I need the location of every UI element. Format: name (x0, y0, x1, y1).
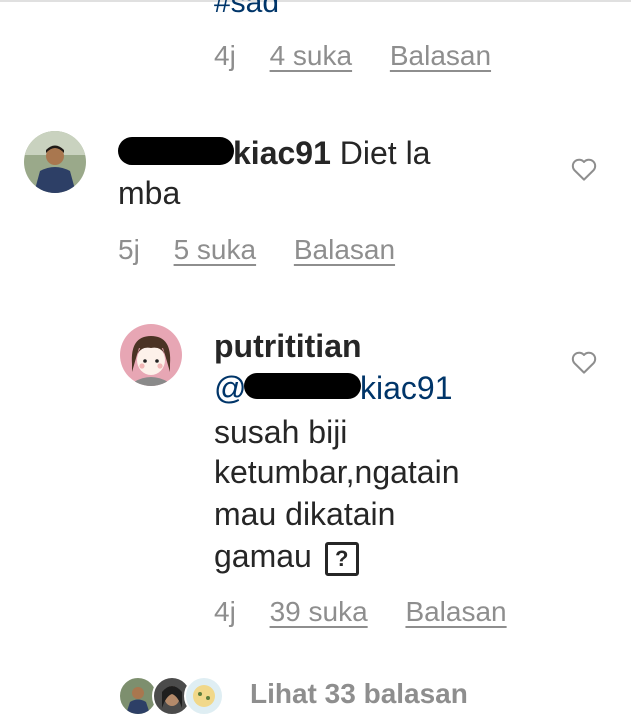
likes-count-link[interactable]: 4 suka (270, 40, 353, 71)
comment-username[interactable]: kiac91 (233, 135, 331, 171)
likes-count-link[interactable]: 39 suka (270, 596, 368, 627)
avatar[interactable] (24, 131, 86, 193)
view-replies-link[interactable]: Lihat 33 balasan (250, 678, 468, 710)
comment-time: 5j (118, 234, 140, 265)
avatar[interactable] (120, 324, 182, 386)
reply-username-link[interactable]: putrititian (214, 328, 362, 364)
avatar (184, 676, 224, 716)
reply-body-last-line: gamau ? (214, 536, 359, 576)
reply-button[interactable]: Balasan (405, 596, 506, 627)
reply-username: putrititian (214, 326, 362, 366)
reply-body-line: gamau (214, 538, 312, 574)
comment-time: 4j (214, 596, 236, 627)
comment-time: 4j (214, 40, 236, 71)
like-heart-icon[interactable] (569, 347, 599, 377)
reply-button[interactable]: Balasan (294, 234, 395, 265)
likes-count-link[interactable]: 5 suka (174, 234, 257, 265)
redacted-scribble (118, 137, 234, 165)
mention-link[interactable]: kiac91 (360, 368, 453, 408)
comment-body-line: mba (118, 175, 181, 211)
reply-body-line: mau dikatain (214, 496, 396, 532)
hashtag-link[interactable]: #sad (214, 0, 279, 20)
comment-text: kiac91 Diet la (233, 133, 430, 173)
question-mark-box-icon: ? (324, 541, 359, 576)
top-divider (0, 0, 631, 2)
mention-prefix[interactable]: @ (214, 370, 246, 406)
comment-meta-row: 4j 39 suka Balasan (214, 596, 507, 628)
reply-body-line: ketumbar,ngatain (214, 454, 460, 490)
reply-button[interactable]: Balasan (390, 40, 491, 71)
redacted-scribble (244, 373, 361, 399)
reply-avatars-stack[interactable] (118, 676, 228, 716)
comment-meta-row: 4j 4 suka Balasan (214, 40, 491, 72)
comment-meta-row: 5j 5 suka Balasan (118, 234, 395, 266)
comment-body-line: Diet la (339, 135, 431, 171)
reply-body-line: susah biji (214, 414, 348, 450)
reply-mention-line: @ (214, 368, 246, 408)
like-heart-icon[interactable] (569, 154, 599, 184)
